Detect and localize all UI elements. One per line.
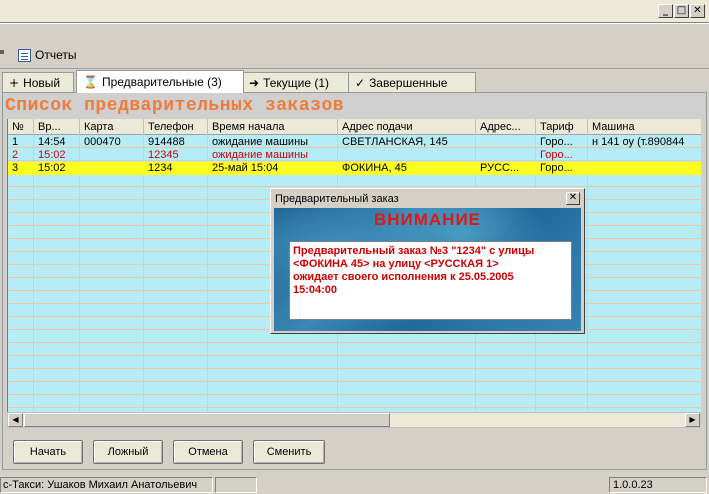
start-button[interactable]: Начать: [13, 440, 83, 464]
table-row-selected[interactable]: 3 15:02 1234 25-май 15:04 ФОКИНА, 45 РУС…: [8, 162, 701, 175]
arrow-right-icon: ➜: [249, 75, 260, 90]
cell-tariff: Горо...: [540, 136, 573, 148]
cell-tariff: Горо...: [540, 149, 573, 161]
cell-car: [588, 162, 701, 175]
status-user: с-Такси: Ушаков Михаил Анатольевич: [0, 477, 213, 493]
col-header-tariff[interactable]: Тариф: [536, 119, 588, 135]
plus-icon: +: [9, 75, 20, 90]
cell-pickup-address: [338, 149, 476, 162]
cancel-button[interactable]: Отмена: [173, 440, 243, 464]
window-titlebar: _ □ ✕: [0, 0, 709, 22]
menu-bar: Отчеты: [0, 40, 709, 70]
grid-vline: [143, 135, 144, 412]
tab-strip: + Новый ⌛ Предварительные (3) ➜ Текущие …: [2, 70, 709, 93]
message-line: Предварительный заказ №3 "1234" с улицы: [293, 245, 535, 257]
col-header-pickup-address[interactable]: Адрес подачи: [338, 119, 476, 135]
cell-number: 2: [12, 149, 19, 161]
cell-time: 14:54: [38, 136, 66, 148]
report-icon: [18, 48, 31, 62]
tab-preliminary[interactable]: ⌛ Предварительные (3): [76, 70, 244, 93]
cell-phone: 12345: [148, 149, 179, 161]
horizontal-scrollbar[interactable]: ◀ ▶: [7, 412, 701, 428]
grid-header: № Вр... Карта Телефон Время начала Адрес…: [8, 119, 701, 135]
menu-reports[interactable]: Отчеты: [0, 48, 76, 62]
maximize-button[interactable]: □: [674, 4, 689, 18]
cell-pickup-address: ФОКИНА, 45: [342, 162, 407, 174]
minimize-button[interactable]: _: [658, 4, 673, 18]
hourglass-icon: ⌛: [83, 75, 98, 89]
cell-pickup-address: СВЕТЛАНСКАЯ, 145: [342, 136, 448, 148]
cell-phone: 914488: [148, 136, 185, 148]
message-line: 15:04:00: [293, 284, 338, 296]
cell-time: 15:02: [38, 162, 66, 174]
cell-start-time: 25-май 15:04: [212, 162, 279, 174]
dialog-title: Предварительный заказ: [275, 193, 399, 205]
message-line: ожидает своего исполнения к 25.05.2005: [293, 271, 514, 283]
table-row[interactable]: 1 14:54 000470 914488 ожидание машины СВ…: [8, 136, 701, 149]
preliminary-order-dialog: Предварительный заказ ✕ ВНИМАНИЕ Предвар…: [270, 188, 585, 334]
scroll-left-icon[interactable]: ◀: [8, 413, 23, 427]
col-header-number[interactable]: №: [8, 119, 34, 135]
tab-current-label: Текущие (1): [263, 75, 330, 90]
grid-vline: [587, 135, 588, 412]
tab-preliminary-label: Предварительные (3): [101, 75, 222, 89]
tab-current[interactable]: ➜ Текущие (1): [242, 72, 350, 92]
menu-reports-label: Отчеты: [35, 48, 77, 62]
cell-card: [80, 162, 144, 175]
grid-vline: [207, 135, 208, 412]
tab-completed[interactable]: ✓ Завершенные: [348, 72, 476, 92]
status-bar: с-Такси: Ушаков Михаил Анатольевич 1.0.0…: [0, 476, 709, 494]
false-call-button[interactable]: Ложный: [93, 440, 163, 464]
dialog-body: ВНИМАНИЕ Предварительный заказ №3 "1234"…: [274, 208, 581, 331]
cell-time: 15:02: [38, 149, 66, 161]
close-button[interactable]: ✕: [690, 4, 705, 18]
dialog-message: Предварительный заказ №3 "1234" с улицы …: [289, 241, 572, 320]
cell-phone: 1234: [148, 162, 173, 174]
cell-car: н 141 оу (т.890844: [592, 136, 685, 148]
scroll-right-icon[interactable]: ▶: [685, 413, 700, 427]
cell-number: 3: [12, 162, 19, 174]
cell-card: [80, 149, 144, 162]
cell-start-time: ожидание машины: [212, 149, 309, 161]
col-header-card[interactable]: Карта: [80, 119, 144, 135]
change-button[interactable]: Сменить: [253, 440, 325, 464]
menu-divider: [0, 68, 709, 69]
cell-tariff: Горо...: [540, 162, 573, 174]
status-empty-panel: [215, 477, 257, 493]
cell-start-time: ожидание машины: [212, 136, 309, 148]
cell-dest-address: [476, 136, 536, 149]
col-header-time[interactable]: Вр...: [34, 119, 80, 135]
warning-heading: ВНИМАНИЕ: [373, 210, 482, 229]
table-row[interactable]: 2 15:02 12345 ожидание машины Горо...: [8, 149, 701, 162]
grid-vline: [79, 135, 80, 412]
grid-vline: [33, 135, 34, 412]
cell-number: 1: [12, 136, 19, 148]
message-line: <ФОКИНА 45> на улицу <РУССКАЯ 1>: [293, 258, 499, 270]
cell-dest-address: [476, 149, 536, 162]
cell-car: [588, 149, 701, 162]
cell-card: 000470: [84, 136, 121, 148]
cell-dest-address: РУСС...: [480, 162, 520, 174]
col-header-car[interactable]: Машина: [588, 119, 701, 135]
window-controls: _ □ ✕: [658, 4, 705, 18]
dialog-close-icon[interactable]: ✕: [566, 192, 580, 205]
list-title: Список предварительных заказов: [3, 94, 706, 118]
titlebar-separator: [0, 22, 709, 24]
tab-new-label: Новый: [23, 75, 61, 90]
col-header-dest-address[interactable]: Адрес...: [476, 119, 536, 135]
scroll-thumb[interactable]: [24, 413, 390, 427]
checkmark-icon: ✓: [355, 75, 366, 90]
tab-new[interactable]: + Новый: [2, 72, 74, 92]
tab-completed-label: Завершенные: [369, 75, 448, 90]
status-version: 1.0.0.23: [609, 477, 707, 493]
col-header-start-time[interactable]: Время начала: [208, 119, 338, 135]
col-header-phone[interactable]: Телефон: [144, 119, 208, 135]
